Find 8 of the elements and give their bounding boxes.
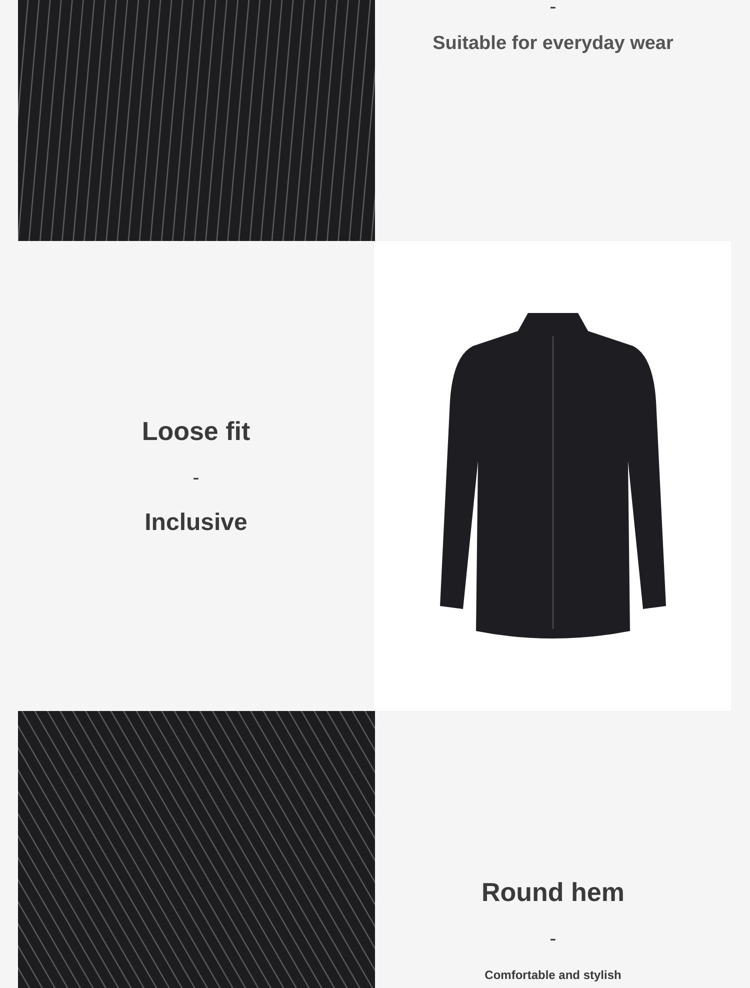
caption-text: Comfortable and stylish	[484, 967, 622, 984]
caption-text: Loose fit	[142, 414, 250, 448]
caption-text: Suitable for everyday wear	[432, 32, 674, 56]
caption-text: Round hem	[482, 876, 624, 909]
caption-text: -	[550, 0, 556, 20]
caption-text: Inclusive	[144, 508, 248, 538]
caption-text: -	[550, 927, 556, 952]
caption-text: -	[192, 466, 200, 490]
